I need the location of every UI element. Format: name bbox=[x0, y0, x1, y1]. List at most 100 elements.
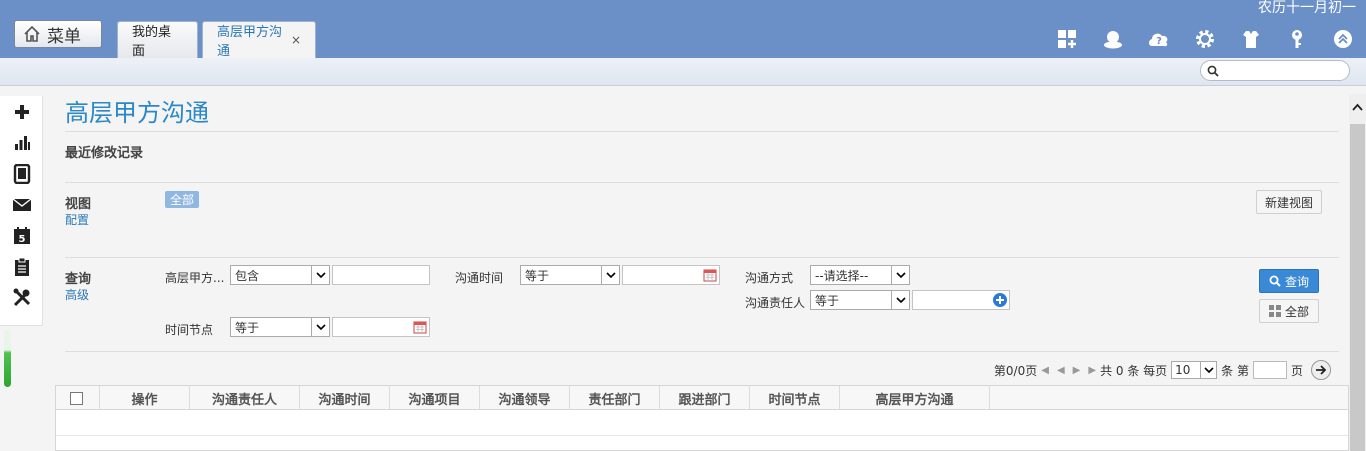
communication-time-input[interactable] bbox=[622, 265, 720, 285]
column-header[interactable]: 责任部门 bbox=[570, 386, 660, 410]
operator-select-communication-owner[interactable]: 等于 bbox=[810, 290, 910, 310]
add-person-icon[interactable] bbox=[992, 292, 1008, 311]
toolbar: ? bbox=[1044, 24, 1366, 54]
executive-client-input[interactable] bbox=[332, 265, 430, 285]
clipboard-icon[interactable] bbox=[0, 251, 43, 282]
show-all-label: 全部 bbox=[1284, 304, 1309, 319]
communication-owner-input[interactable] bbox=[912, 290, 1010, 310]
chevron-down-icon bbox=[891, 266, 909, 284]
calendar-day: 5 bbox=[18, 234, 25, 245]
field-label-communication-method: 沟通方式 bbox=[745, 271, 794, 285]
total-count: 共 0 条 每页 bbox=[1100, 363, 1168, 378]
last-page-icon[interactable]: ▶ bbox=[1088, 365, 1096, 376]
field-label-communication-time: 沟通时间 bbox=[455, 271, 504, 285]
bar-chart-icon[interactable] bbox=[0, 127, 43, 158]
column-header[interactable]: 沟通领导 bbox=[480, 386, 570, 410]
time-node-input[interactable] bbox=[332, 317, 430, 337]
select-value: --请选择-- bbox=[815, 268, 869, 283]
page-unit: 条 第 bbox=[1221, 363, 1249, 378]
calendar-picker-icon[interactable] bbox=[413, 320, 427, 337]
view-all-chip[interactable]: 全部 bbox=[165, 191, 200, 208]
shirt-icon[interactable] bbox=[1228, 24, 1274, 54]
scrollbar-thumb[interactable] bbox=[1350, 124, 1365, 451]
tab-label: 我的桌面 bbox=[132, 25, 172, 59]
calendar-picker-icon[interactable] bbox=[703, 268, 717, 285]
select-all-checkbox[interactable] bbox=[70, 392, 83, 405]
field-label-executive-client: 高层甲方... bbox=[165, 271, 225, 285]
svg-text:?: ? bbox=[1156, 36, 1162, 47]
page-title: 高层甲方沟通 bbox=[65, 99, 209, 127]
communication-method-select[interactable]: --请选择-- bbox=[810, 265, 910, 285]
mail-icon[interactable] bbox=[0, 189, 43, 220]
search-icon bbox=[1207, 65, 1219, 77]
search-icon bbox=[1269, 275, 1281, 287]
prev-page-icon[interactable]: ◀ bbox=[1057, 365, 1065, 376]
sidebar-scroll-indicator[interactable] bbox=[4, 330, 11, 387]
column-header[interactable]: 高层甲方沟通 bbox=[840, 386, 990, 410]
tools-icon[interactable] bbox=[0, 282, 43, 313]
tablet-icon[interactable] bbox=[0, 158, 43, 189]
tab-label: 高层甲方沟通 bbox=[217, 25, 283, 59]
calendar-icon[interactable]: 5 bbox=[0, 220, 43, 251]
page-size-select[interactable]: 10 bbox=[1171, 361, 1218, 379]
operator-select-executive-client[interactable]: 包含 bbox=[230, 265, 330, 285]
column-header[interactable]: 沟通责任人 bbox=[190, 386, 300, 410]
apps-add-icon[interactable] bbox=[1044, 24, 1090, 54]
tab-executive-client-communication[interactable]: 高层甲方沟通 × bbox=[202, 21, 316, 59]
advanced-query-link[interactable]: 高级 bbox=[65, 286, 89, 303]
select-all-cell bbox=[56, 386, 100, 410]
grid-header: 操作 沟通责任人 沟通时间 沟通项目 沟通领导 责任部门 跟进部门 时间节点 高… bbox=[56, 386, 1348, 410]
global-search[interactable] bbox=[1200, 60, 1350, 81]
go-page-icon[interactable] bbox=[1311, 360, 1331, 380]
divider bbox=[65, 131, 1339, 132]
column-header[interactable]: 沟通时间 bbox=[300, 386, 390, 410]
lunar-date: 农历十一月初一 bbox=[1258, 0, 1356, 16]
column-header[interactable]: 时间节点 bbox=[750, 386, 840, 410]
chevron-down-icon bbox=[601, 266, 619, 284]
plus-icon[interactable] bbox=[0, 96, 43, 127]
left-sidebar: 5 bbox=[0, 96, 43, 326]
key-icon[interactable] bbox=[1274, 24, 1320, 54]
next-page-icon[interactable]: ▶ bbox=[1073, 365, 1081, 376]
menu-label: 菜单 bbox=[47, 26, 81, 47]
top-bar: 农历十一月初一 菜单 我的桌面 高层甲方沟通 × ? bbox=[0, 0, 1366, 59]
divider bbox=[65, 257, 1339, 258]
page-suffix: 页 bbox=[1290, 363, 1303, 378]
column-header[interactable]: 沟通项目 bbox=[390, 386, 480, 410]
select-value: 等于 bbox=[815, 293, 840, 308]
tab-my-desktop[interactable]: 我的桌面 bbox=[117, 21, 198, 59]
pagination: 第0/0页 ◀ ◀ ▶ ▶ 共 0 条 每页 10 条 第 页 bbox=[994, 359, 1331, 381]
operator-select-communication-time[interactable]: 等于 bbox=[520, 265, 620, 285]
page-indicator: 第0/0页 bbox=[993, 363, 1038, 378]
select-value: 等于 bbox=[525, 268, 550, 283]
help-cloud-icon[interactable]: ? bbox=[1136, 24, 1182, 54]
chevron-down-icon bbox=[311, 266, 329, 284]
collapse-up-icon[interactable] bbox=[1320, 24, 1366, 54]
scroll-up-icon[interactable] bbox=[1352, 101, 1363, 114]
user-icon[interactable] bbox=[1090, 24, 1136, 54]
vertical-scrollbar[interactable] bbox=[1349, 94, 1366, 451]
first-page-icon[interactable]: ◀ bbox=[1041, 365, 1049, 376]
query-button[interactable]: 查询 bbox=[1259, 269, 1319, 293]
chevron-down-icon bbox=[1200, 362, 1216, 378]
page-number-input[interactable] bbox=[1252, 361, 1287, 379]
gear-icon[interactable] bbox=[1182, 24, 1228, 54]
view-config-link[interactable]: 配置 bbox=[65, 211, 89, 228]
column-header[interactable]: 跟进部门 bbox=[660, 386, 750, 410]
field-label-communication-owner: 沟通责任人 bbox=[745, 296, 806, 310]
page-size-value: 10 bbox=[1175, 363, 1191, 377]
home-icon bbox=[24, 25, 40, 42]
column-header[interactable]: 操作 bbox=[100, 386, 190, 410]
show-all-button[interactable]: 全部 bbox=[1259, 299, 1319, 323]
chevron-down-icon bbox=[891, 291, 909, 309]
operator-select-time-node[interactable]: 等于 bbox=[230, 317, 330, 337]
close-tab-icon[interactable]: × bbox=[291, 33, 301, 47]
table-row bbox=[56, 410, 1348, 436]
query-label: 查询 bbox=[65, 272, 92, 287]
main-content: 高层甲方沟通 最近修改记录 视图 配置 全部 新建视图 查询 高级 高层甲方..… bbox=[55, 87, 1349, 451]
data-grid: 操作 沟通责任人 沟通时间 沟通项目 沟通领导 责任部门 跟进部门 时间节点 高… bbox=[55, 385, 1349, 451]
new-view-button[interactable]: 新建视图 bbox=[1256, 190, 1322, 214]
search-input[interactable] bbox=[1223, 62, 1343, 79]
recent-changes-link[interactable]: 最近修改记录 bbox=[65, 142, 143, 161]
menu-button[interactable]: 菜单 bbox=[14, 20, 102, 48]
